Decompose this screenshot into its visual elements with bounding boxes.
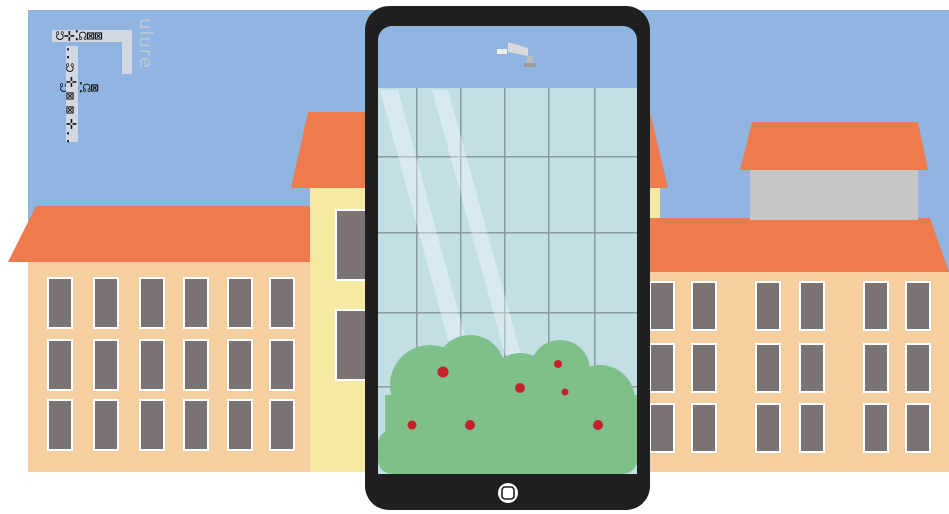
building-window	[183, 399, 209, 451]
building-window	[47, 277, 73, 329]
building-window	[227, 277, 253, 329]
berry	[407, 420, 417, 430]
building-window	[691, 403, 717, 453]
building-window	[863, 343, 889, 393]
left-building-roof	[8, 206, 318, 262]
building-window	[47, 399, 73, 451]
berry	[437, 366, 449, 378]
building-window	[227, 399, 253, 451]
scene-svg: ☋⊹⁚☊⊠⊠ ☋⊹⁚☊⊠ ⁚ ☋ ⊹ ⊠ ⊠ ⊹ ⁚ ulure	[8, 6, 949, 510]
right-annex-wall	[750, 168, 918, 220]
berry	[554, 360, 562, 368]
bush-bottom	[378, 430, 637, 474]
berry	[593, 420, 603, 430]
building-window	[799, 343, 825, 393]
svg-text:⊹: ⊹	[66, 117, 77, 132]
svg-text:⊠: ⊠	[66, 103, 74, 118]
building-window	[863, 281, 889, 331]
building-window	[799, 281, 825, 331]
tower-window	[335, 209, 367, 281]
tower-window	[335, 309, 367, 381]
building-window	[269, 399, 295, 451]
building-window	[755, 281, 781, 331]
illustration-canvas: ☋⊹⁚☊⊠⊠ ☋⊹⁚☊⊠ ⁚ ☋ ⊹ ⊠ ⊠ ⊹ ⁚ ulure	[0, 0, 949, 514]
building-window	[47, 339, 73, 391]
building-window	[905, 281, 931, 331]
building-window	[863, 403, 889, 453]
building-window	[691, 281, 717, 331]
home-button-icon[interactable]	[498, 483, 518, 503]
logo-stem	[122, 30, 132, 74]
glass-transom	[378, 232, 637, 234]
berry	[465, 420, 475, 430]
svg-text:⁚: ⁚	[66, 47, 70, 62]
building-window	[269, 277, 295, 329]
building-window	[905, 343, 931, 393]
building-window	[93, 339, 119, 391]
building-window	[799, 403, 825, 453]
right-building-wall	[640, 272, 949, 472]
building-window	[755, 403, 781, 453]
building-window	[905, 403, 931, 453]
glass-transom	[378, 156, 637, 158]
building-window	[183, 277, 209, 329]
building-window	[649, 343, 675, 393]
building-window	[139, 339, 165, 391]
right-building-roof	[640, 218, 949, 272]
building-window	[183, 339, 209, 391]
berry	[561, 388, 569, 396]
svg-text:⁚: ⁚	[66, 131, 70, 146]
building-window	[649, 403, 675, 453]
building-window	[93, 399, 119, 451]
logo-glyph-line: ☋⊹⁚☊⊠⊠	[56, 29, 103, 44]
building-window	[227, 339, 253, 391]
building-window	[139, 277, 165, 329]
svg-text:☋: ☋	[66, 61, 74, 76]
svg-text:⊠: ⊠	[66, 89, 74, 104]
berry	[515, 383, 525, 393]
building-window	[649, 281, 675, 331]
building-window	[139, 399, 165, 451]
svg-text:⊹: ⊹	[66, 75, 77, 90]
building-window	[269, 339, 295, 391]
logo-vertical-text: ulure	[135, 18, 156, 69]
building-window	[755, 343, 781, 393]
logo-vertical-glyphs: ⁚ ☋ ⊹ ⊠ ⊠ ⊹ ⁚	[66, 46, 78, 146]
smartphone	[365, 6, 650, 510]
building-window	[93, 277, 119, 329]
right-annex-roof	[740, 122, 928, 170]
building-window	[691, 343, 717, 393]
